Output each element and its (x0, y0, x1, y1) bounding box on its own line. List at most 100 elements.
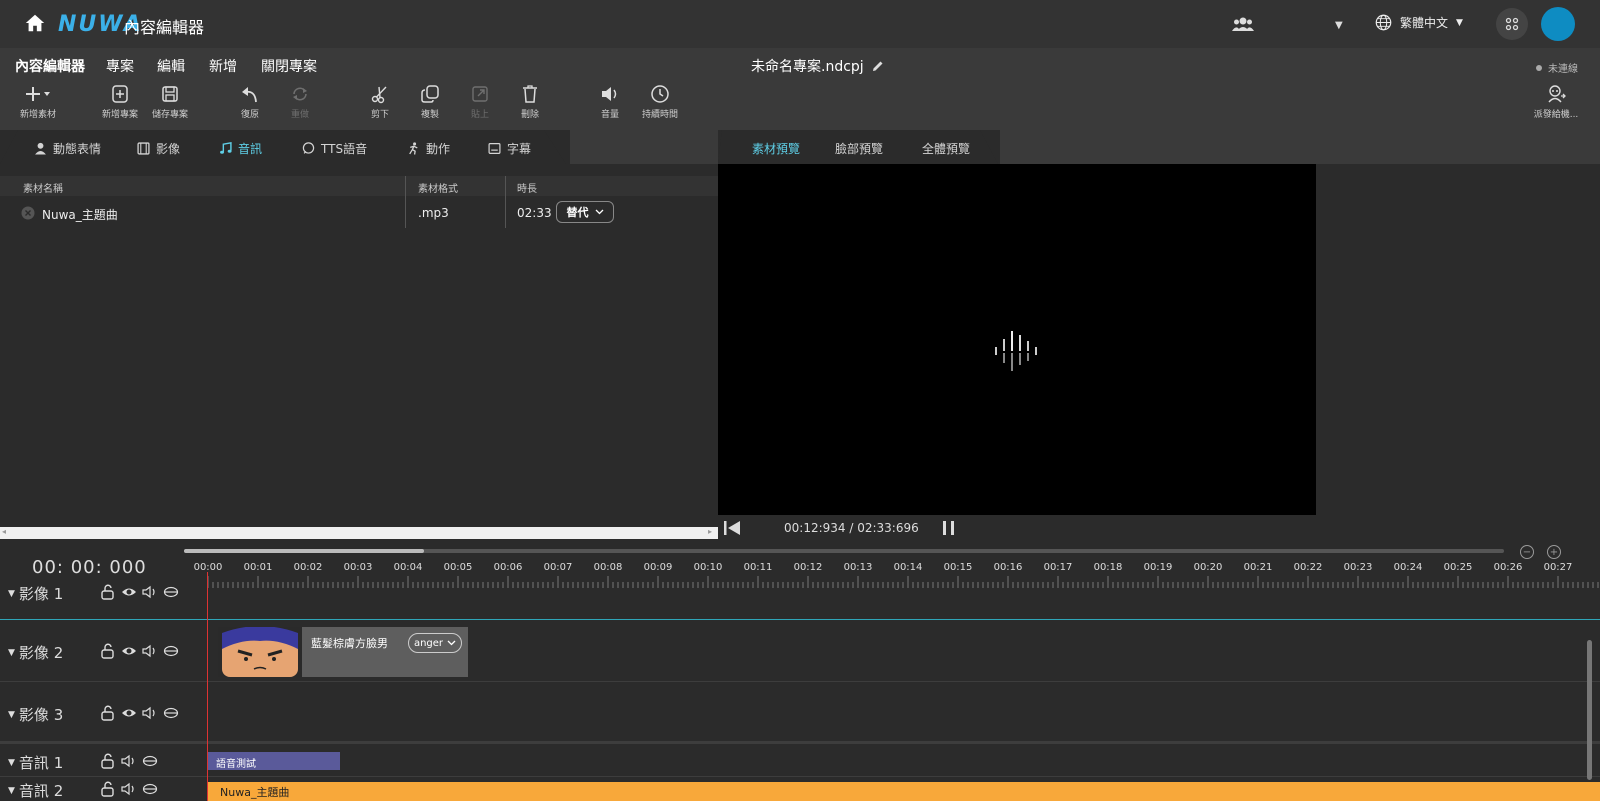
eye-icon[interactable] (121, 584, 137, 600)
duration-button[interactable]: 持續時間 (630, 84, 690, 120)
unlock-icon[interactable] (100, 584, 116, 600)
track-caret-icon[interactable]: ▼ (8, 758, 15, 768)
tab-video[interactable]: 影像 (137, 140, 180, 157)
tab-face-preview[interactable]: 臉部預覽 (835, 140, 883, 157)
tab-audio[interactable]: 音訊 (219, 140, 262, 157)
audio-waveform-icon (995, 331, 1037, 371)
replace-button[interactable]: 替代 (556, 201, 614, 223)
track-caret-icon[interactable]: ▼ (8, 648, 15, 658)
menu-bar: 內容編輯器 專案 編輯 新增 關閉專案 未命名專案.ndcpj 未連線 (0, 48, 1600, 80)
language-selector[interactable]: 繁體中文 ▼ (1375, 14, 1463, 31)
eye-icon[interactable] (121, 643, 137, 659)
lips-icon[interactable] (163, 705, 179, 721)
track-name: 影像 2 (18, 644, 64, 662)
tab-asset-preview-label: 素材預覽 (752, 142, 801, 156)
tab-dynamic-expression[interactable]: 動態表情 (34, 140, 101, 157)
lips-icon[interactable] (163, 584, 179, 600)
duration-label: 持續時間 (641, 110, 678, 120)
tab-full-preview[interactable]: 全體預覽 (922, 140, 970, 157)
speaker-icon[interactable] (142, 643, 158, 659)
send-to-robot-button[interactable]: 派發給機... (1526, 84, 1586, 120)
skip-to-start-icon[interactable] (723, 520, 741, 536)
track-label-video-1: ▼ 影像 1 (8, 583, 63, 604)
trash-icon (523, 85, 537, 103)
menu-project[interactable]: 專案 (106, 56, 134, 76)
track-controls (100, 781, 158, 797)
home-icon[interactable] (24, 12, 46, 34)
track-video-1[interactable]: ▼ 影像 1 (0, 580, 1600, 620)
eye-icon[interactable] (121, 705, 137, 721)
apps-grid-button[interactable] (1496, 8, 1528, 40)
add-asset-button[interactable]: 新增素材 (8, 84, 68, 120)
unlock-icon[interactable] (100, 705, 116, 721)
mood-dropdown[interactable]: anger (408, 633, 462, 653)
menu-edit[interactable]: 編輯 (157, 56, 185, 76)
timeline-vertical-scrollbar[interactable] (1587, 640, 1592, 780)
ruler-tick-label: 00:17 (1043, 562, 1073, 573)
lips-icon[interactable] (142, 781, 158, 797)
horizontal-scrollbar[interactable]: ◂ ▸ (0, 527, 718, 539)
speaker-icon[interactable] (142, 584, 158, 600)
pause-icon[interactable] (942, 520, 956, 536)
project-name[interactable]: 未命名專案.ndcpj (751, 56, 884, 76)
person-icon (35, 142, 46, 155)
face-clip[interactable]: 藍髮棕膚方臉男 anger (218, 627, 468, 677)
ruler-tick-label: 00:25 (1443, 562, 1473, 573)
team-icon[interactable] (1232, 16, 1254, 32)
ruler-tick-label: 00:08 (593, 562, 623, 573)
menu-add[interactable]: 新增 (209, 56, 237, 76)
track-caret-icon[interactable]: ▼ (8, 710, 15, 720)
ruler-tick-label: 00:05 (443, 562, 473, 573)
delete-label: 刪除 (520, 110, 539, 120)
ruler-tick-label: 00:09 (643, 562, 673, 573)
tab-motion-label: 動作 (426, 142, 451, 156)
unlock-icon[interactable] (100, 753, 116, 769)
remove-circle-icon[interactable] (21, 206, 35, 220)
scroll-right-arrow-icon[interactable]: ▸ (708, 527, 712, 536)
ruler-tick-label: 00:13 (843, 562, 873, 573)
table-row[interactable]: Nuwa_主題曲 .mp3 02:33 替代 (0, 198, 718, 228)
preview-canvas (718, 164, 1316, 515)
robot-send-icon (1548, 85, 1566, 103)
unlock-icon[interactable] (100, 643, 116, 659)
lips-icon[interactable] (163, 643, 179, 659)
face-avatar-icon (218, 627, 302, 677)
track-name: 影像 3 (18, 706, 64, 724)
tab-tts[interactable]: TTS語音 (302, 140, 367, 157)
asset-duration: 02:33 (517, 206, 552, 220)
status-dot-icon (1536, 64, 1542, 71)
ruler-tick-label: 00:20 (1193, 562, 1223, 573)
save-project-label: 儲存專案 (151, 110, 188, 120)
delete-button[interactable]: 刪除 (500, 84, 560, 120)
lips-icon[interactable] (142, 753, 158, 769)
connection-status: 未連線 (1536, 60, 1578, 75)
playhead[interactable] (207, 572, 208, 801)
speaker-icon[interactable] (121, 753, 137, 769)
tab-motion[interactable]: 動作 (407, 140, 450, 157)
save-project-button[interactable]: 儲存專案 (140, 84, 200, 120)
tab-subtitle[interactable]: 字幕 (488, 140, 531, 157)
speaker-icon[interactable] (121, 781, 137, 797)
team-dropdown-icon[interactable]: ▼ (1335, 20, 1343, 31)
menu-content-editor[interactable]: 內容編輯器 (15, 56, 85, 76)
track-caret-icon[interactable]: ▼ (8, 589, 15, 599)
user-avatar[interactable] (1541, 7, 1575, 41)
redo-button[interactable]: 重做 (270, 84, 330, 120)
music-icon (220, 142, 232, 154)
track-label-video-2: ▼ 影像 2 (8, 642, 63, 663)
menu-close-project[interactable]: 關閉專案 (261, 56, 317, 76)
tab-asset-preview[interactable]: 素材預覽 (752, 140, 800, 157)
project-name-label: 未命名專案.ndcpj (751, 59, 864, 75)
unlock-icon[interactable] (100, 781, 116, 797)
scroll-left-arrow-icon[interactable]: ◂ (2, 527, 6, 536)
pencil-icon[interactable] (872, 60, 884, 72)
track-video-3[interactable]: ▼ 影像 3 (0, 683, 1600, 744)
track-caret-icon[interactable]: ▼ (8, 786, 15, 796)
col-asset-name: 素材名稱 (23, 184, 63, 195)
asset-table-header: 素材名稱 素材格式 時長 (0, 176, 718, 196)
ruler-tick-label: 00:12 (793, 562, 823, 573)
tab-dynamic-expression-label: 動態表情 (53, 142, 102, 156)
audio-clip-voice-test[interactable]: 語音測試 (208, 752, 340, 770)
speaker-icon[interactable] (142, 705, 158, 721)
audio-clip-theme-song[interactable]: Nuwa_主題曲 (208, 782, 1600, 801)
